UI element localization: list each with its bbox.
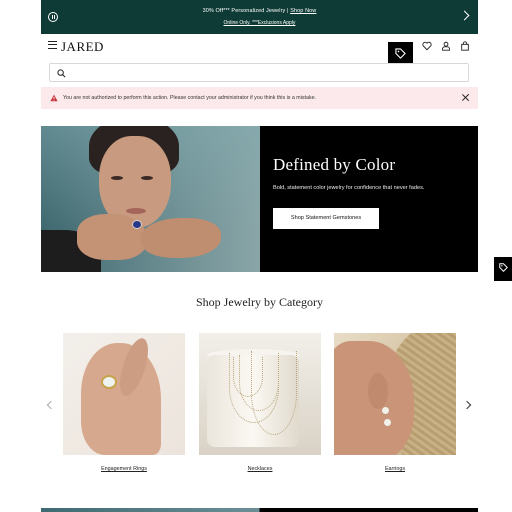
promo-banner: 30% Off*** Personalized Jewelry | Shop N… (41, 0, 478, 34)
category-label[interactable]: Earrings (334, 466, 456, 472)
error-alert: You are not authorized to perform this a… (41, 87, 478, 109)
account-icon[interactable] (441, 41, 451, 51)
category-card-earrings[interactable] (334, 333, 456, 455)
side-tag-button[interactable] (494, 257, 512, 281)
chevron-right-icon[interactable] (462, 400, 472, 410)
category-label[interactable]: Necklaces (199, 466, 321, 472)
site-header: JARED (41, 34, 478, 66)
close-icon[interactable] (461, 93, 470, 102)
promo-exclusions-link[interactable]: Online Only. ***Exclusions Apply (41, 20, 478, 26)
category-heading: Shop Jewelry by Category (196, 295, 323, 309)
sapphire-ring (132, 220, 142, 229)
next-banner-preview (41, 508, 478, 512)
promo-text: 30% Off*** Personalized Jewelry | Shop N… (41, 8, 478, 14)
hero-image[interactable] (41, 126, 260, 272)
pearl-earring (382, 407, 389, 414)
search-icon (57, 69, 66, 78)
engagement-ring-image (101, 375, 117, 389)
promo-message: 30% Off*** Personalized Jewelry (202, 8, 286, 14)
shop-now-link[interactable]: Shop Now (290, 8, 316, 14)
bag-icon[interactable] (460, 41, 470, 51)
category-card-necklaces[interactable] (199, 333, 321, 455)
warning-icon (50, 94, 58, 102)
menu-icon[interactable] (48, 41, 57, 49)
page: 30% Off*** Personalized Jewelry | Shop N… (41, 0, 478, 512)
tag-icon (395, 48, 406, 59)
hero-panel: Defined by Color Bold, statement color j… (260, 126, 478, 272)
hero-banner: Defined by Color Bold, statement color j… (41, 126, 478, 272)
tag-icon (499, 263, 508, 272)
heart-icon[interactable] (422, 41, 432, 51)
shop-gemstones-button[interactable]: Shop Statement Gemstones (273, 208, 379, 229)
category-label[interactable]: Engagement Rings (63, 466, 185, 472)
category-card-engagement-rings[interactable] (63, 333, 185, 455)
alert-message: You are not authorized to perform this a… (63, 94, 317, 101)
hero-title: Defined by Color (273, 155, 396, 174)
site-logo[interactable]: JARED (61, 39, 104, 55)
hero-subtitle: Bold, statement color jewelry for confid… (273, 185, 425, 191)
search-input[interactable] (49, 63, 469, 82)
chevron-left-icon[interactable] (46, 400, 56, 410)
